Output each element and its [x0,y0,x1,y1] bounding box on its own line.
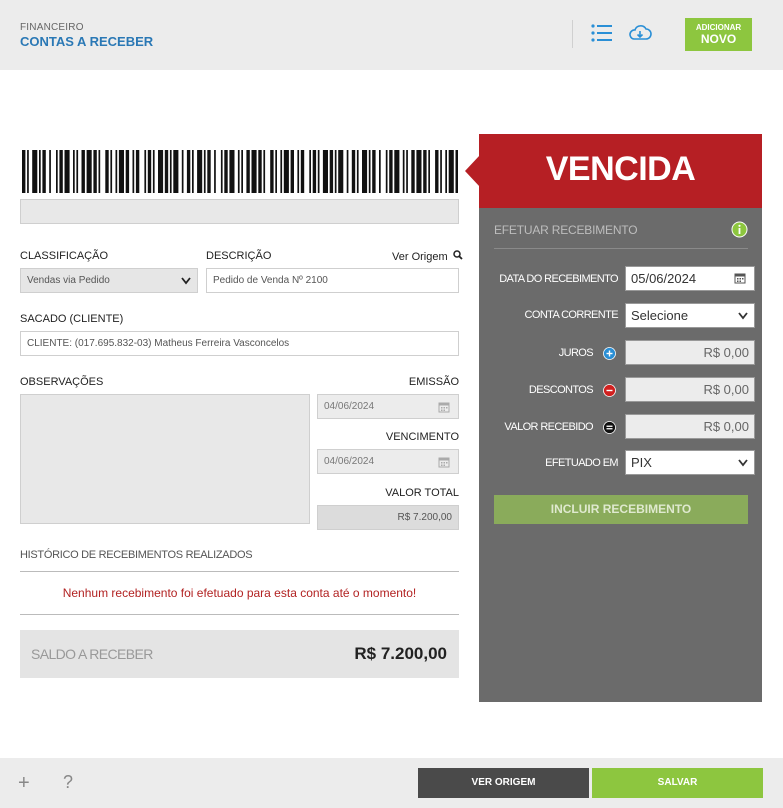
classificacao-label: CLASSIFICAÇÃO [20,250,109,262]
observacoes-textarea[interactable] [20,394,310,524]
descontos-label: DESCONTOS [528,384,594,396]
data-recebimento-value: 05/06/2024 [631,271,697,286]
add-new-label-top: ADICIONAR [695,23,742,32]
valor-recebido-label: VALOR RECEBIDO [504,421,593,433]
descontos-field[interactable]: R$ 0,00 [625,377,755,402]
divider [20,571,459,572]
barcode [22,150,458,193]
section-title: EFETUAR RECEBIMENTO [494,223,638,237]
conta-corrente-value: Selecione [631,308,689,323]
historico-title: HISTÓRICO DE RECEBIMENTOS REALIZADOS [20,549,253,561]
vencimento-value: 04/06/2024 [324,456,375,467]
data-recebimento-field[interactable]: 05/06/2024 [625,266,755,291]
panel-divider [494,248,748,249]
emissao-field: 04/06/2024 [317,394,459,419]
efetuado-em-label: EFETUADO EM [545,457,618,469]
page-title: CONTAS A RECEBER [20,34,154,49]
descricao-field[interactable]: Pedido de Venda Nº 2100 [206,268,459,293]
emissao-label: EMISSÃO [408,376,459,388]
divider [20,614,459,615]
equals-icon [603,421,616,434]
valor-total-field: R$ 7.200,00 [317,505,459,530]
module-label: FINANCEIRO [20,22,84,33]
list-icon[interactable] [589,20,615,46]
efetuado-em-select[interactable]: PIX [625,450,755,475]
ver-origem-button[interactable]: VER ORIGEM [418,768,589,798]
cloud-download-icon[interactable] [627,20,653,46]
saldo-value: R$ 7.200,00 [354,644,447,663]
chevron-down-icon [738,459,748,467]
sacado-label: SACADO (CLIENTE) [20,313,124,325]
vencimento-field: 04/06/2024 [317,449,459,474]
emissao-value: 04/06/2024 [324,401,375,412]
add-new-label-main: NOVO [700,32,737,46]
help-icon[interactable]: ? [63,772,73,793]
efetuado-em-value: PIX [631,455,652,470]
chevron-down-icon [181,277,191,285]
minus-icon [603,384,616,397]
classificacao-value: Vendas via Pedido [27,275,110,286]
ver-origem-link[interactable]: Ver Origem [392,250,463,263]
valor-recebido-field[interactable]: R$ 0,00 [625,414,755,439]
valor-total-label: VALOR TOTAL [385,487,459,499]
empty-history-message: Nenhum recebimento foi efetuado para est… [62,586,417,600]
classificacao-select[interactable]: Vendas via Pedido [20,268,198,293]
juros-field[interactable]: R$ 0,00 [625,340,755,365]
status-pointer [465,155,480,187]
sacado-field[interactable]: CLIENTE: (017.695.832-03) Matheus Ferrei… [20,331,459,356]
chevron-down-icon [738,312,748,320]
calendar-icon [438,457,450,468]
app-header: FINANCEIRO CONTAS A RECEBER ADICIONAR NO… [0,0,783,70]
ver-origem-label: Ver Origem [392,251,448,263]
add-new-button[interactable]: ADICIONAR NOVO [685,18,752,51]
descricao-label: DESCRIÇÃO [206,250,272,262]
data-recebimento-label: DATA DO RECEBIMENTO [499,273,618,285]
status-badge: VENCIDA [545,150,696,188]
info-icon[interactable] [731,221,748,238]
saldo-label: SALDO A RECEBER [31,646,153,662]
search-icon [452,250,463,260]
observacoes-label: OBSERVAÇÕES [20,376,104,388]
calendar-icon[interactable] [734,272,746,284]
header-divider [572,20,573,48]
vencimento-label: VENCIMENTO [385,431,459,443]
incluir-recebimento-button[interactable]: INCLUIR RECEBIMENTO [494,495,748,524]
conta-corrente-select[interactable]: Selecione [625,303,755,328]
conta-corrente-label: CONTA CORRENTE [524,309,619,321]
barcode-number-field [20,199,459,224]
juros-label: JUROS [558,347,594,359]
add-icon[interactable]: + [18,772,30,795]
saldo-box: SALDO A RECEBER R$ 7.200,00 [20,630,459,678]
plus-icon [603,347,616,360]
calendar-icon [438,402,450,413]
save-button[interactable]: SALVAR [592,768,763,798]
